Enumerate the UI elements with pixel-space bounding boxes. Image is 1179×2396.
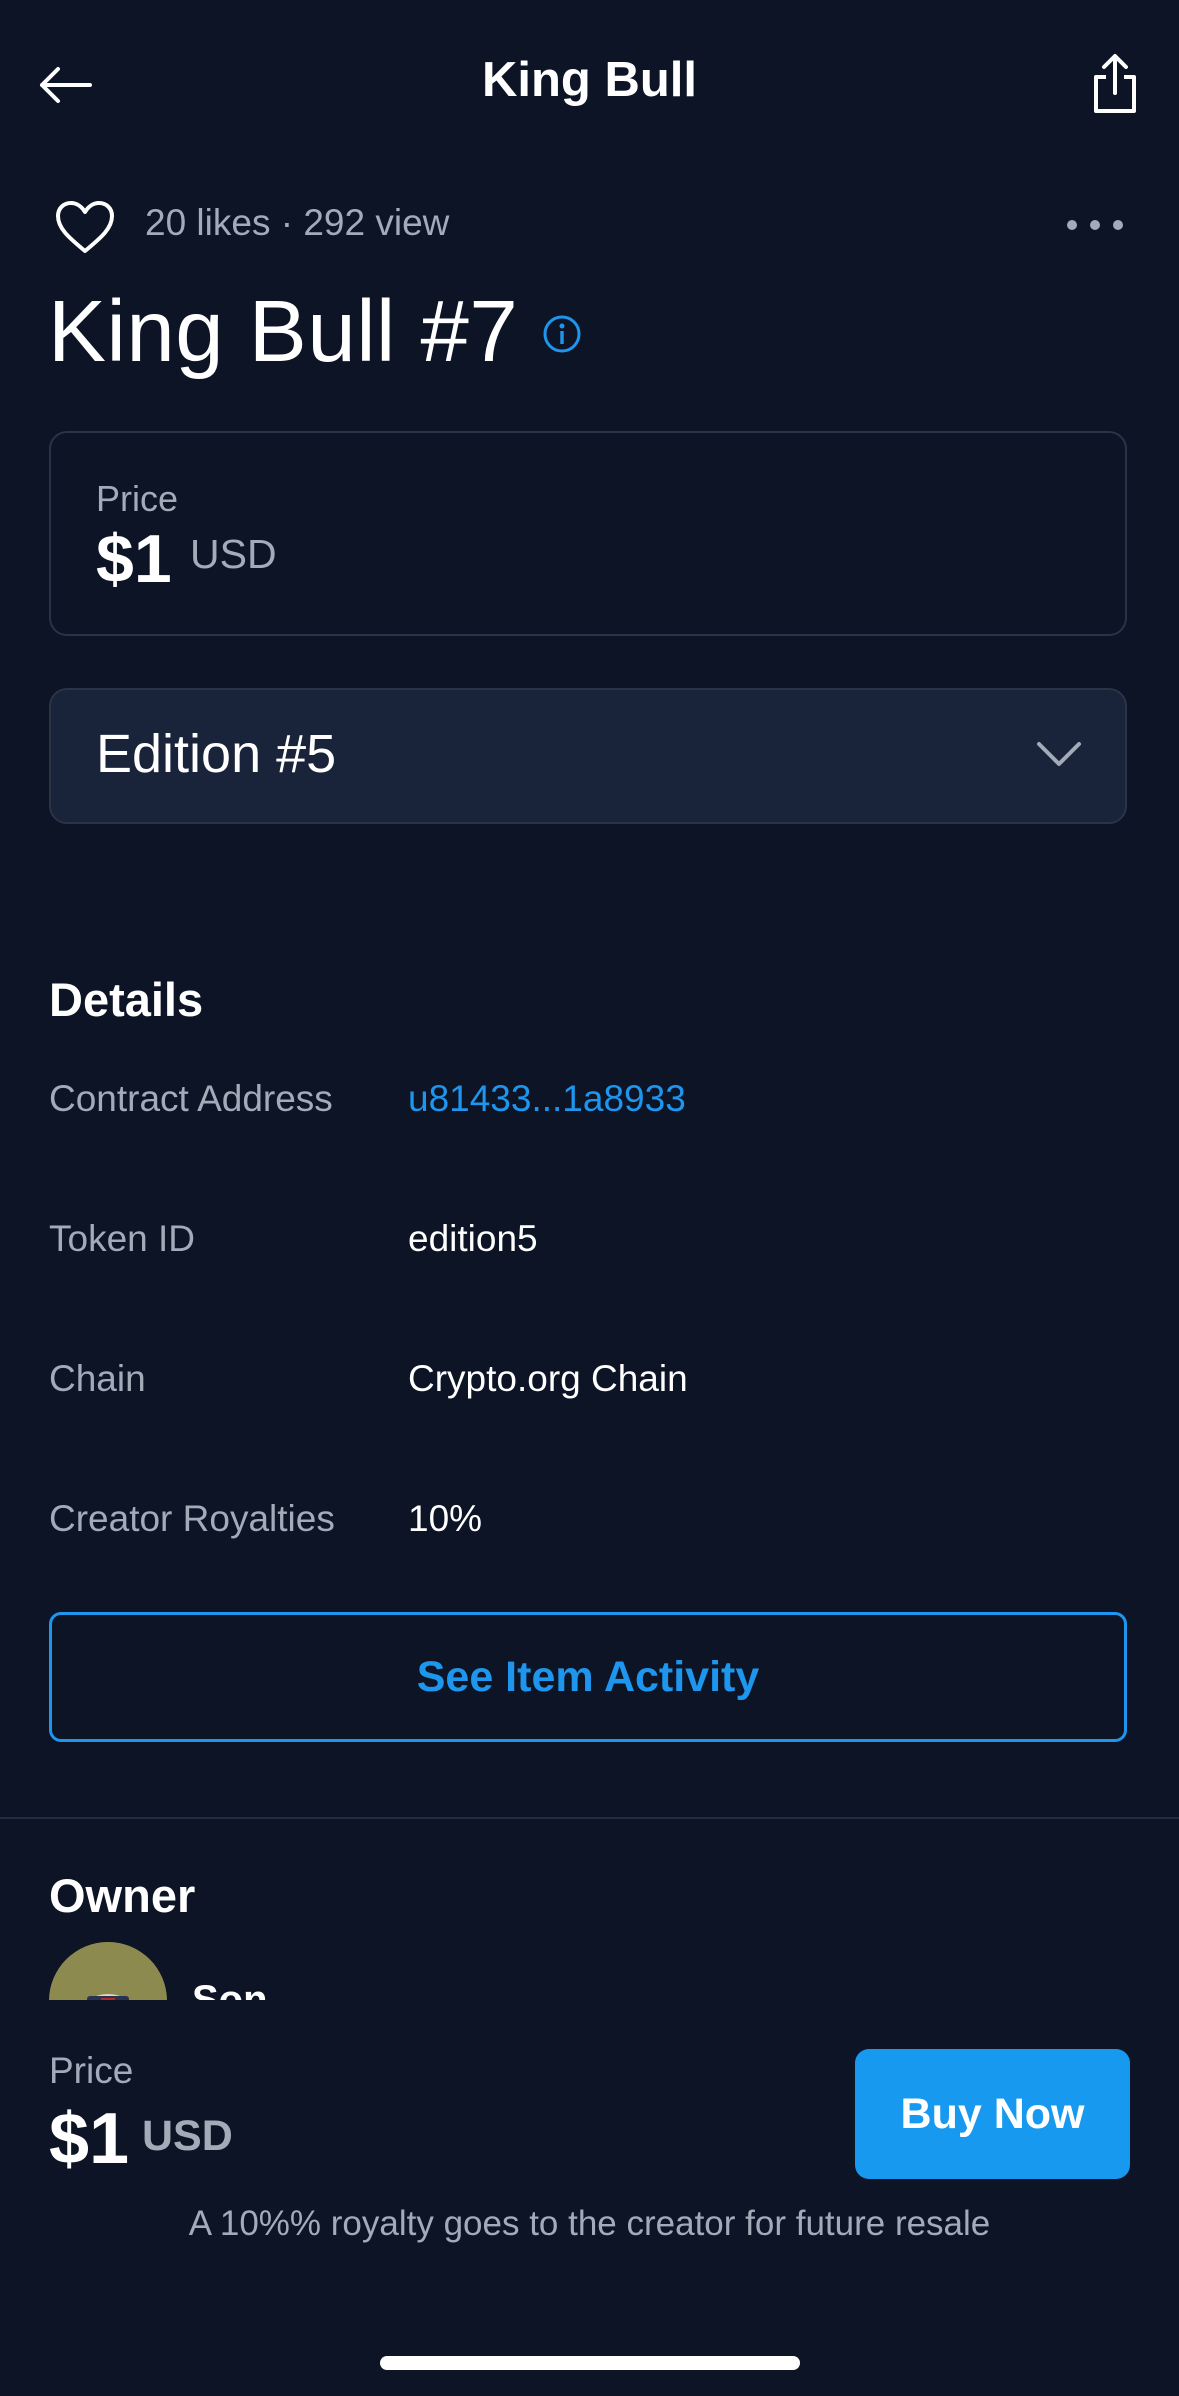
bottom-price-label: Price: [49, 2050, 134, 2091]
detail-label-contract-address: Contract Address: [49, 1078, 333, 1119]
buy-now-button[interactable]: Buy Now: [855, 2049, 1130, 2179]
detail-label-chain: Chain: [49, 1358, 146, 1399]
likes-views-count: 20 likes · 292 view: [145, 202, 450, 243]
chevron-down-icon: [1037, 742, 1081, 766]
section-divider: [0, 1817, 1179, 1819]
page-title: King Bull: [481, 53, 698, 107]
edition-selected-value: Edition #5: [96, 724, 337, 784]
home-indicator[interactable]: [380, 2356, 800, 2370]
like-button[interactable]: [50, 192, 120, 262]
heart-icon: [56, 201, 114, 253]
detail-label-creator-royalties: Creator Royalties: [49, 1498, 335, 1539]
more-icon: [1067, 220, 1123, 230]
item-title: King Bull #7: [48, 283, 519, 380]
info-icon: [543, 315, 581, 353]
detail-value-chain: Crypto.org Chain: [408, 1358, 688, 1399]
bottom-price-value: $1: [49, 2099, 130, 2179]
detail-value-token-id: edition5: [408, 1218, 538, 1259]
share-icon: [1094, 54, 1136, 113]
detail-value-creator-royalties: 10%: [408, 1498, 483, 1539]
detail-label-token-id: Token ID: [49, 1218, 196, 1259]
details-heading: Details: [49, 973, 204, 1026]
price-currency: USD: [190, 531, 277, 577]
bottom-price-currency: USD: [142, 2112, 233, 2160]
more-options-button[interactable]: [1060, 200, 1130, 250]
info-button[interactable]: [540, 312, 584, 356]
contract-address-link[interactable]: u81433...1a8933: [408, 1078, 686, 1120]
royalty-note: A 10%% royalty goes to the creator for f…: [188, 2204, 991, 2243]
share-button[interactable]: [1080, 48, 1150, 120]
price-value: $1: [96, 521, 172, 597]
see-item-activity-button[interactable]: See Item Activity: [49, 1612, 1127, 1742]
price-label: Price: [96, 478, 179, 519]
owner-heading: Owner: [49, 1869, 196, 1922]
